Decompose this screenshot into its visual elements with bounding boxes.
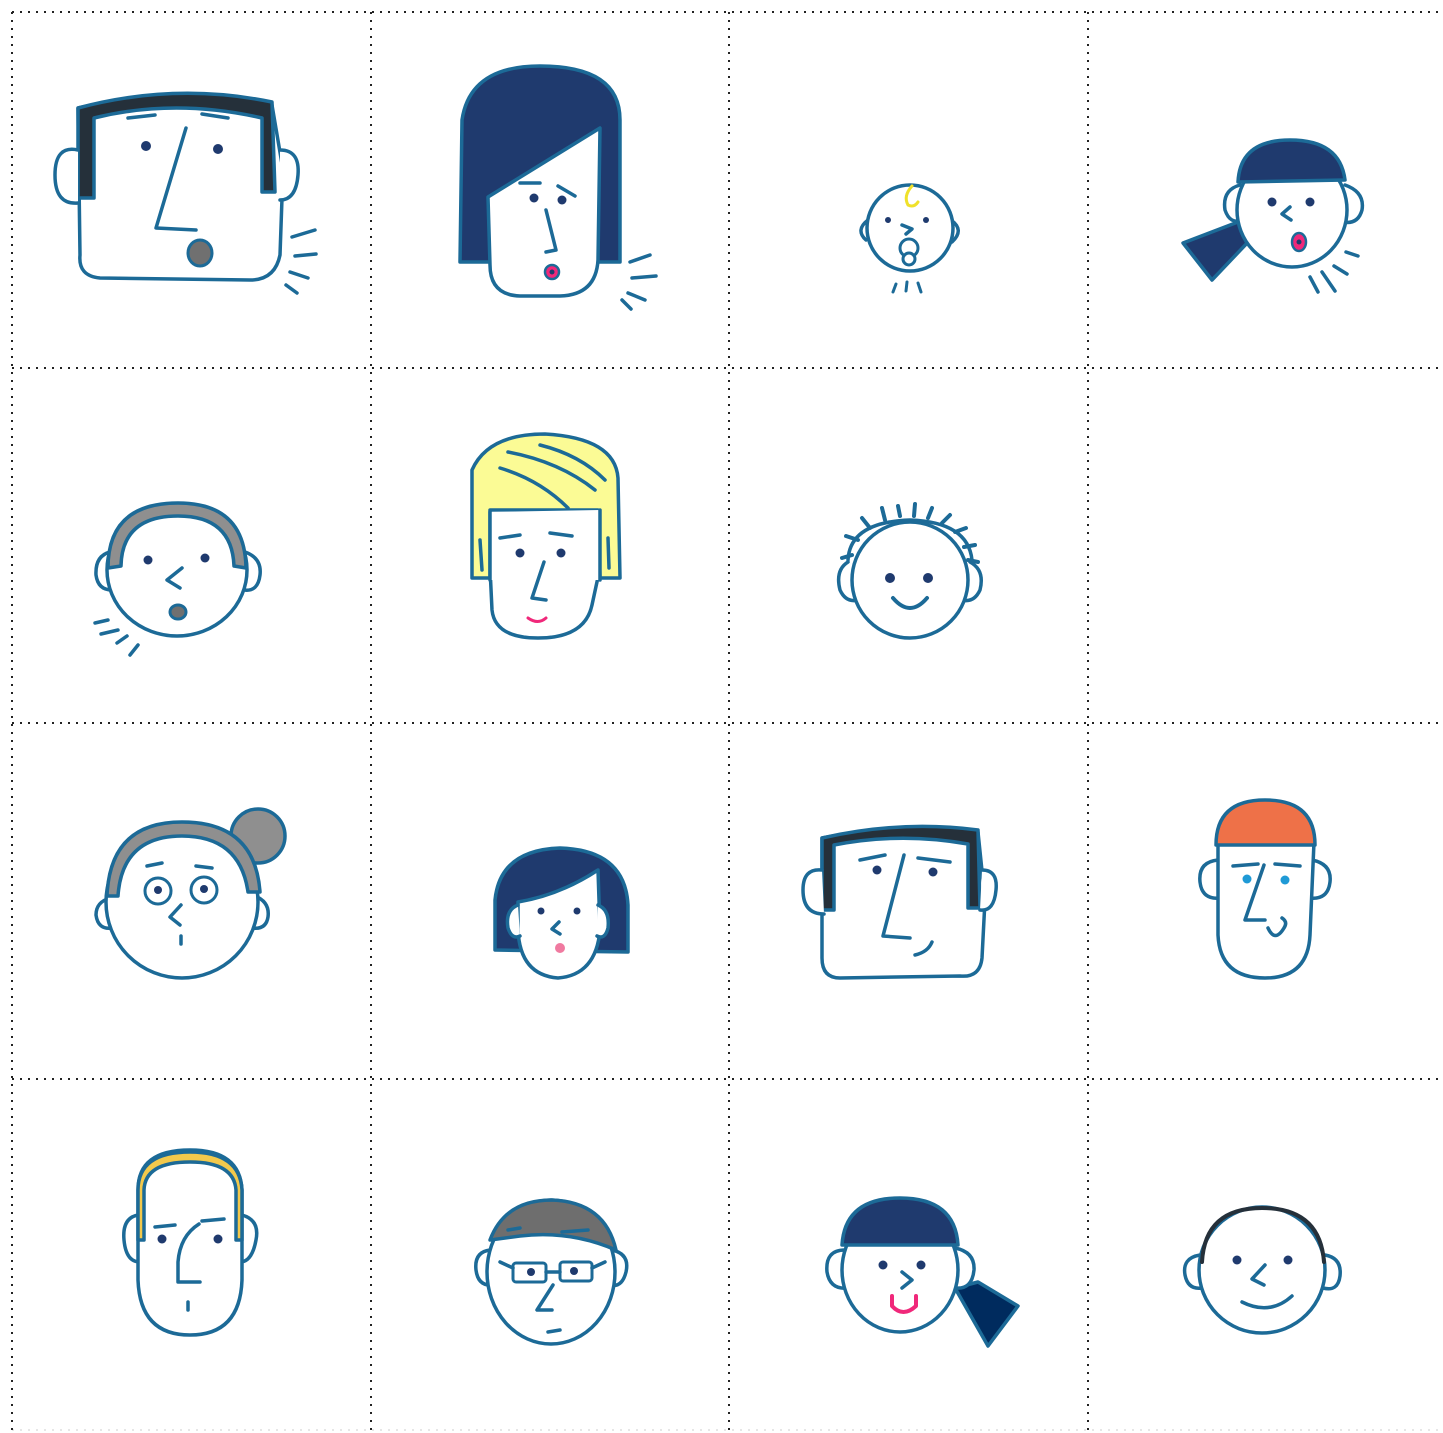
girl-ponytail-icon: [1181, 138, 1365, 294]
girl-bob-icon: [493, 846, 630, 980]
boy-smiling-icon: [1182, 1205, 1342, 1335]
boy-gray-hair-icon: [93, 501, 262, 657]
grandma-icon: [94, 807, 287, 980]
man-square-face-icon: [53, 91, 318, 295]
man-orange-hair-icon: [1198, 798, 1332, 980]
man-smirk-icon: [801, 824, 998, 980]
boy-spiky-hair-icon: [836, 502, 983, 640]
faces-sheet: [11, 11, 1443, 1431]
man-glasses-icon: [474, 1198, 629, 1346]
woman-long-hair-icon: [458, 64, 658, 311]
woman-blonde-icon: [470, 432, 622, 640]
old-man-icon: [122, 1148, 259, 1337]
baby-icon: [859, 183, 960, 294]
girl-happy-ponytail-icon: [825, 1196, 1020, 1348]
